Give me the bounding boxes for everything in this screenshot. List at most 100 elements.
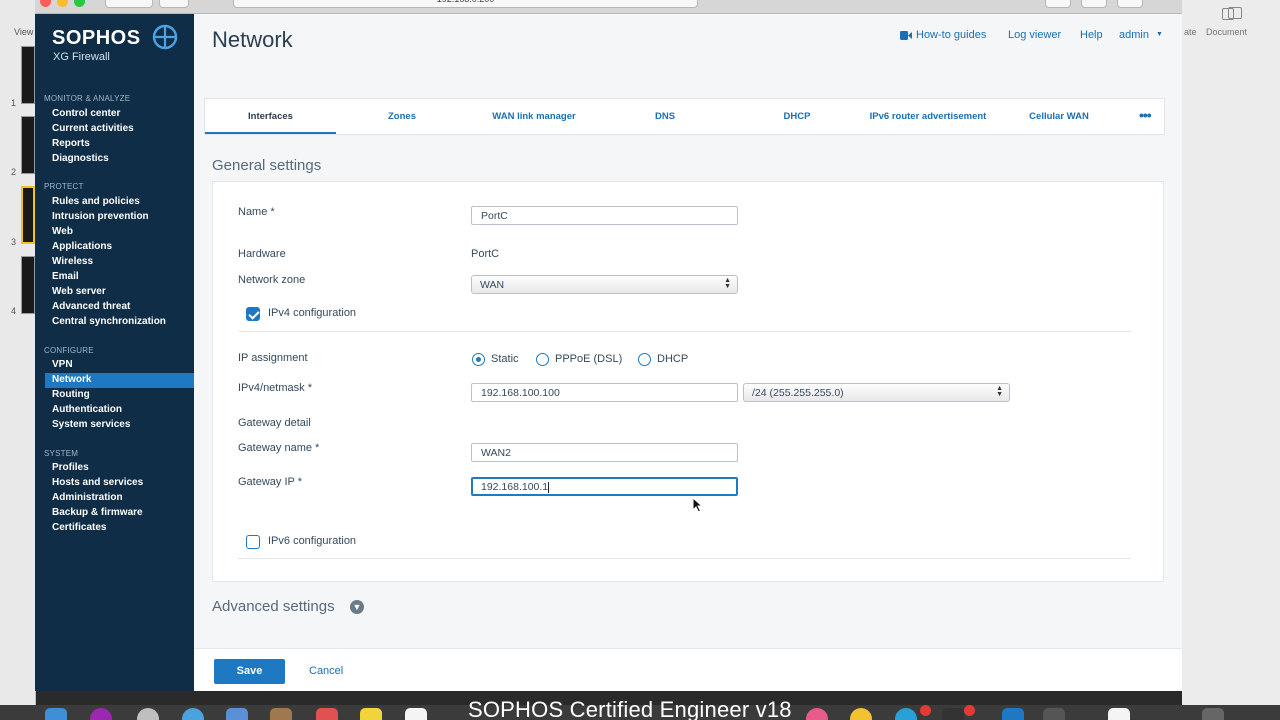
tab-cellular-wan[interactable]: Cellular WAN: [995, 111, 1123, 122]
howto-guides-link[interactable]: How-to guides: [916, 29, 986, 41]
tab-ipv6-router-advertisement[interactable]: IPv6 router advertisement: [857, 111, 999, 122]
sidebar-item-diagnostics[interactable]: Diagnostics: [52, 153, 109, 164]
page-title: Network: [212, 27, 293, 52]
tab-zones[interactable]: Zones: [338, 111, 466, 122]
app-icon[interactable]: [1043, 708, 1065, 720]
sidebar-item-central-sync[interactable]: Central synchronization: [52, 316, 166, 327]
sidebar-item-vpn[interactable]: VPN: [52, 359, 73, 370]
safari-icon[interactable]: [182, 708, 204, 720]
slide-thumbnail[interactable]: [21, 46, 35, 104]
help-link[interactable]: Help: [1080, 29, 1103, 41]
sidebar-item-system-services[interactable]: System services: [52, 419, 130, 430]
minimize-window-icon[interactable]: [57, 0, 68, 7]
sidebar-item-backup-firmware[interactable]: Backup & firmware: [52, 507, 143, 518]
general-settings-panel: Name * PortC Hardware PortC Network zone…: [212, 181, 1164, 582]
slide-thumbnail-active[interactable]: [21, 186, 35, 244]
calendar-icon[interactable]: [316, 708, 338, 720]
document-icon[interactable]: [1228, 7, 1242, 19]
chevron-down-icon[interactable]: ▼: [350, 600, 364, 614]
advanced-settings-toggle[interactable]: Advanced settings: [212, 598, 335, 615]
ipv4-address-input[interactable]: 192.168.100.100: [471, 383, 738, 402]
sidebar-item-control-center[interactable]: Control center: [52, 108, 120, 119]
sidebar-item-profiles[interactable]: Profiles: [52, 462, 89, 473]
radio-pppoe[interactable]: [536, 353, 549, 366]
slide-number: 1: [11, 98, 17, 108]
sidebar-item-web-server[interactable]: Web server: [52, 286, 106, 297]
sidebar: SOPHOS XG Firewall MONITOR & ANALYZE Con…: [35, 14, 194, 691]
name-input[interactable]: PortC: [471, 206, 738, 225]
chevron-down-icon[interactable]: ▼: [1156, 31, 1163, 38]
sidebar-item-network[interactable]: Network: [52, 374, 91, 385]
mouse-pointer-icon: [692, 497, 704, 513]
product-name: XG Firewall: [53, 51, 110, 63]
sidebar-item-wireless[interactable]: Wireless: [52, 256, 93, 267]
tab-dns[interactable]: DNS: [601, 111, 729, 122]
close-window-icon[interactable]: [40, 0, 51, 7]
radio-dhcp-label: DHCP: [657, 353, 689, 365]
sidebar-item-web[interactable]: Web: [52, 226, 73, 237]
slide-thumbnail[interactable]: [21, 256, 35, 314]
admin-menu[interactable]: admin: [1119, 29, 1149, 41]
tabs-button[interactable]: [1081, 0, 1107, 8]
text-caret: [548, 481, 550, 493]
hardware-value: PortC: [471, 248, 500, 260]
sidebar-toggle-button[interactable]: [159, 0, 189, 8]
cancel-button[interactable]: Cancel: [309, 665, 343, 677]
sidebar-item-intrusion-prevention[interactable]: Intrusion prevention: [52, 211, 149, 222]
app-icon[interactable]: [850, 708, 872, 720]
gateway-name-input[interactable]: WAN2: [471, 443, 738, 462]
finder-icon[interactable]: [45, 708, 67, 720]
app-icon[interactable]: [942, 708, 964, 720]
course-watermark: SOPHOS Certified Engineer v18: [468, 697, 792, 720]
video-camera-icon: [900, 31, 912, 40]
app-icon[interactable]: [806, 708, 828, 720]
sidebar-section-configure: CONFIGURE: [44, 346, 94, 355]
radio-static[interactable]: [472, 353, 485, 366]
slide-thumbnail[interactable]: [21, 116, 35, 174]
more-tabs-icon[interactable]: •••: [1139, 107, 1152, 123]
ipv6-checkbox[interactable]: [246, 535, 260, 549]
share-button[interactable]: [1045, 0, 1071, 8]
log-viewer-link[interactable]: Log viewer: [1008, 29, 1061, 41]
app-icon[interactable]: [226, 708, 248, 720]
new-tab-button[interactable]: [1117, 0, 1143, 8]
app-icon[interactable]: [1108, 708, 1130, 720]
address-bar[interactable]: 192.168.0.200: [233, 0, 698, 8]
app-icon[interactable]: [1002, 708, 1024, 720]
radio-pppoe-label: PPPoE (DSL): [555, 353, 623, 365]
maximize-window-icon[interactable]: [74, 0, 85, 7]
select-arrows-icon: ▲ ▼: [724, 277, 731, 290]
sidebar-item-advanced-threat[interactable]: Advanced threat: [52, 301, 130, 312]
divider: [238, 331, 1131, 332]
sidebar-item-current-activities[interactable]: Current activities: [52, 123, 134, 134]
sidebar-item-routing[interactable]: Routing: [52, 389, 90, 400]
sidebar-item-applications[interactable]: Applications: [52, 241, 112, 252]
sidebar-item-reports[interactable]: Reports: [52, 138, 90, 149]
sidebar-item-hosts-services[interactable]: Hosts and services: [52, 477, 143, 488]
sidebar-item-rules-policies[interactable]: Rules and policies: [52, 196, 140, 207]
app-icon[interactable]: [90, 708, 112, 720]
tab-wan-link-manager[interactable]: WAN link manager: [470, 111, 598, 122]
tab-dhcp[interactable]: DHCP: [733, 111, 861, 122]
sidebar-section-protect: PROTECT: [44, 182, 84, 191]
gateway-ip-input[interactable]: 192.168.100.1: [471, 477, 738, 496]
radio-dhcp[interactable]: [638, 353, 651, 366]
hardware-label: Hardware: [238, 248, 286, 260]
app-icon[interactable]: [405, 708, 427, 720]
app-icon[interactable]: [895, 708, 917, 720]
sidebar-item-email[interactable]: Email: [52, 271, 79, 282]
ipv4-checkbox[interactable]: [246, 307, 260, 321]
app-icon[interactable]: [137, 708, 159, 720]
sidebar-item-authentication[interactable]: Authentication: [52, 404, 122, 415]
notes-icon[interactable]: [360, 708, 382, 720]
trash-icon[interactable]: [1202, 708, 1224, 720]
tab-interfaces[interactable]: Interfaces: [205, 111, 336, 122]
network-zone-select[interactable]: WAN ▲ ▼: [471, 275, 738, 294]
save-button[interactable]: Save: [214, 659, 285, 684]
sidebar-item-certificates[interactable]: Certificates: [52, 522, 106, 533]
back-forward-buttons[interactable]: [105, 0, 153, 8]
netmask-select[interactable]: /24 (255.255.255.0) ▲ ▼: [743, 383, 1010, 402]
sidebar-item-administration[interactable]: Administration: [52, 492, 123, 503]
app-icon[interactable]: [270, 708, 292, 720]
netmask-value: /24 (255.255.255.0): [752, 387, 844, 399]
